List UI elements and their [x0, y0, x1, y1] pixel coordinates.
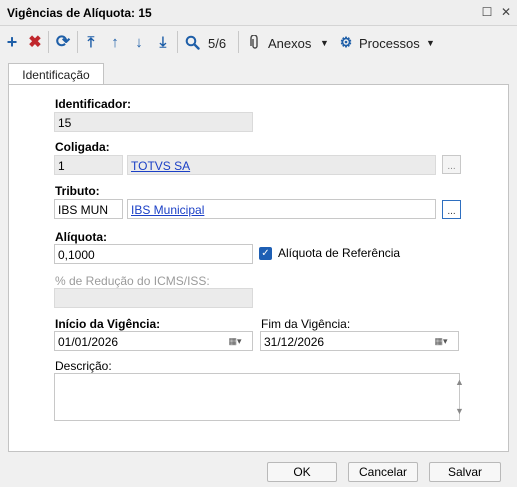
first-record-icon[interactable]: ⤒ — [82, 31, 100, 53]
calendar-dropdown-icon[interactable]: ▦▾ — [424, 332, 458, 350]
record-counter: 5/6 — [208, 36, 227, 51]
reducao-field — [54, 288, 253, 308]
toolbar-separator — [238, 31, 239, 53]
toolbar-separator — [77, 31, 78, 53]
scroll-down-icon[interactable]: ▼ — [455, 406, 464, 416]
ok-button[interactable]: OK — [267, 462, 337, 482]
chevron-down-icon[interactable]: ▼ — [320, 38, 329, 48]
refresh-icon[interactable]: ⟳ — [53, 31, 73, 53]
tab-bar: Identificação — [0, 58, 517, 85]
fim-vigencia-label: Fim da Vigência: — [261, 317, 351, 331]
tab-identificacao[interactable]: Identificação — [8, 63, 104, 85]
fim-vigencia-value: 31/12/2026 — [264, 335, 325, 349]
search-icon[interactable] — [182, 31, 202, 53]
toolbar-separator — [177, 31, 178, 53]
save-button[interactable]: Salvar — [429, 462, 501, 482]
inicio-vigencia-value: 01/01/2026 — [58, 335, 119, 349]
paperclip-icon[interactable] — [248, 31, 262, 53]
aliquota-label: Alíquota: — [55, 230, 107, 244]
tributo-code-field[interactable]: IBS MUN — [54, 199, 123, 219]
form-panel: Identificador: 15 Coligada: 1 TOTVS SA .… — [8, 84, 509, 452]
previous-record-icon[interactable]: ↑ — [106, 31, 124, 53]
anexos-menu[interactable]: Anexos — [268, 36, 311, 51]
tributo-lookup-button[interactable]: ... — [442, 200, 461, 219]
delete-icon[interactable]: ✖ — [26, 31, 44, 53]
window-title: Vigências de Alíquota: 15 — [7, 6, 152, 20]
coligada-code-field: 1 — [54, 155, 123, 175]
processos-menu[interactable]: Processos — [359, 36, 420, 51]
title-bar: Vigências de Alíquota: 15 ☐ ✕ — [0, 0, 517, 26]
next-record-icon[interactable]: ↓ — [130, 31, 148, 53]
identificador-label: Identificador: — [55, 97, 132, 111]
fim-vigencia-field[interactable]: 31/12/2026 ▦▾ — [260, 331, 459, 351]
inicio-vigencia-field[interactable]: 01/01/2026 ▦▾ — [54, 331, 253, 351]
last-record-icon[interactable]: ⤓ — [154, 31, 172, 53]
coligada-name-link[interactable]: TOTVS SA — [131, 159, 190, 173]
calendar-dropdown-icon[interactable]: ▦▾ — [218, 332, 252, 350]
close-icon[interactable]: ✕ — [497, 3, 515, 21]
cancel-button[interactable]: Cancelar — [348, 462, 418, 482]
tributo-label: Tributo: — [55, 184, 100, 198]
maximize-icon[interactable]: ☐ — [478, 3, 496, 21]
toolbar-separator — [48, 31, 49, 53]
coligada-name-field: TOTVS SA — [127, 155, 436, 175]
descricao-textarea[interactable] — [54, 373, 460, 421]
tributo-name-link[interactable]: IBS Municipal — [131, 203, 204, 217]
tributo-name-field[interactable]: IBS Municipal — [127, 199, 436, 219]
coligada-label: Coligada: — [55, 140, 110, 154]
chevron-down-icon[interactable]: ▼ — [426, 38, 435, 48]
coligada-lookup-button: ... — [442, 155, 461, 174]
gear-icon[interactable]: ⚙ — [338, 31, 354, 53]
identificador-field: 15 — [54, 112, 253, 132]
aliquota-field[interactable]: 0,1000 — [54, 244, 253, 264]
inicio-vigencia-label: Início da Vigência: — [55, 317, 161, 331]
aliquota-referencia-label: Alíquota de Referência — [278, 246, 401, 260]
descricao-label: Descrição: — [55, 359, 112, 373]
scroll-up-icon[interactable]: ▲ — [455, 377, 464, 387]
add-icon[interactable]: + — [3, 31, 21, 53]
toolbar: + ✖ ⟳ ⤒ ↑ ↓ ⤓ 5/6 Anexos ▼ ⚙ Processos ▼ — [0, 26, 517, 58]
reducao-label: % de Redução do ICMS/ISS: — [55, 274, 210, 288]
aliquota-referencia-checkbox[interactable]: ✓ — [259, 247, 272, 260]
